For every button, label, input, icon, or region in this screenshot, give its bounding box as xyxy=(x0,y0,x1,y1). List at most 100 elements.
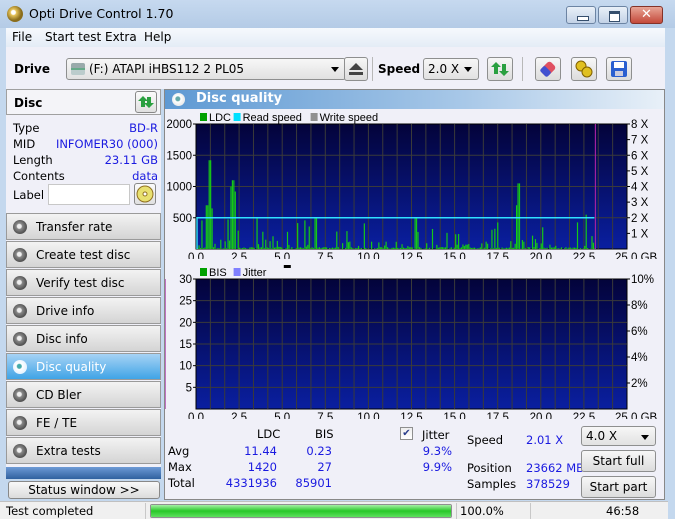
ldc-bar xyxy=(355,248,357,249)
total-label: Total xyxy=(168,476,195,490)
ldc-bar xyxy=(391,247,393,249)
ldc-bar xyxy=(414,217,416,249)
drive-select[interactable]: (F:) ATAPI iHBS112 2 PL05 xyxy=(66,58,346,80)
minimize-button[interactable] xyxy=(566,6,596,24)
ldc-bar xyxy=(381,247,383,249)
nav-cd-bler[interactable]: CD Bler xyxy=(6,381,161,408)
ldc-bar xyxy=(253,247,255,249)
menu-file[interactable]: File xyxy=(12,30,32,44)
nav-disc-quality[interactable]: Disc quality xyxy=(6,353,161,380)
ldc-bar xyxy=(542,227,544,249)
ldc-bar xyxy=(579,248,581,249)
ldc-bar xyxy=(279,246,281,249)
jitter-checkbox[interactable]: ✔ xyxy=(400,427,413,440)
ldc-bar xyxy=(465,244,467,249)
disc-label-input[interactable] xyxy=(48,184,130,205)
ldc-bar xyxy=(299,247,302,249)
nav-disc-info[interactable]: Disc info xyxy=(6,325,161,352)
y2-tick-label: 2 X xyxy=(631,213,649,225)
ldc-bar xyxy=(471,248,473,249)
nav-label: Transfer rate xyxy=(36,220,113,234)
settings-icon xyxy=(575,60,593,78)
x-tick-label: 15.0 xyxy=(443,252,465,259)
eject-button[interactable] xyxy=(344,57,368,81)
x-tick-label: 5.0 xyxy=(274,412,290,419)
nav-verify-test-disc[interactable]: Verify test disc xyxy=(6,269,161,296)
y2-tick-label: 8 X xyxy=(631,119,649,131)
maximize-button[interactable] xyxy=(598,6,628,24)
ldc-bar xyxy=(442,247,444,249)
legend-label: Jitter xyxy=(243,267,267,279)
ldc-bar xyxy=(295,248,297,249)
nav-label: CD Bler xyxy=(36,388,82,402)
ldc-bar xyxy=(450,247,452,249)
y2-tick-label: 4 X xyxy=(631,182,649,194)
erase-button[interactable] xyxy=(535,57,561,81)
ldc-bar xyxy=(576,222,579,249)
ldc-bar xyxy=(304,220,306,249)
x-tick-label: 12.5 xyxy=(400,412,422,419)
title-bar: Opti Drive Control 1.70 xyxy=(0,0,675,28)
ldc-bar xyxy=(444,247,447,249)
disc-type-value: BD-R xyxy=(129,121,158,135)
ldc-bar xyxy=(508,247,510,249)
start-part-button[interactable]: Start part xyxy=(581,476,656,498)
legend-swatch xyxy=(200,113,207,121)
x-tick-label: 10.0 xyxy=(357,412,379,419)
refresh-button[interactable] xyxy=(487,57,513,81)
left-panel: Disc Type BD-R MID INFOMER30 (000) Length 2… xyxy=(6,89,161,479)
menu-extra[interactable]: Extra xyxy=(105,30,137,44)
nav-fe-te[interactable]: FE / TE xyxy=(6,409,161,436)
ldc-bar xyxy=(218,248,220,249)
max-bis: 27 xyxy=(317,460,332,474)
disc-icon xyxy=(13,248,27,262)
x-tick-label: 0.0 xyxy=(188,412,204,419)
settings-button[interactable] xyxy=(571,57,597,81)
save-button[interactable] xyxy=(606,57,632,81)
start-full-button[interactable]: Start full xyxy=(581,450,656,472)
ldc-bar xyxy=(388,248,390,249)
disc-refresh-button[interactable] xyxy=(135,91,157,113)
ldc-bar xyxy=(565,247,567,249)
ldc-bar xyxy=(472,247,474,249)
disc-length-value: 23.11 GB xyxy=(104,153,158,167)
x-tick-label: 20.0 xyxy=(530,252,552,259)
elapsed-time: 46:58 xyxy=(606,504,640,518)
legend-swatch xyxy=(200,268,207,276)
test-speed-value: 4.0 X xyxy=(586,429,618,443)
disc-label-button[interactable] xyxy=(134,183,156,205)
avg-jitter: 9.3% xyxy=(422,444,452,458)
ldc-bar xyxy=(259,247,261,249)
ldc-bar xyxy=(558,248,560,249)
y2-tick-label: 10% xyxy=(631,274,654,286)
ldc-bar xyxy=(524,248,526,249)
nav-extra-tests[interactable]: Extra tests xyxy=(6,437,161,464)
menu-start-test[interactable]: Start test xyxy=(45,30,101,44)
status-window-button[interactable]: Status window >> xyxy=(8,481,160,499)
nav-create-test-disc[interactable]: Create test disc xyxy=(6,241,161,268)
test-speed-select[interactable]: 4.0 X xyxy=(581,426,656,446)
ldc-bar xyxy=(539,248,541,249)
chevron-down-icon xyxy=(464,67,472,72)
ldc-bar xyxy=(449,248,451,249)
ldc-bar xyxy=(226,248,228,249)
ldc-bar xyxy=(497,222,499,249)
speed-select[interactable]: 2.0 X xyxy=(423,58,479,80)
menu-help[interactable]: Help xyxy=(144,30,171,44)
ldc-bar xyxy=(266,247,268,249)
ldc-bar xyxy=(297,223,299,249)
legend-marker xyxy=(283,265,291,268)
disc-header: Disc xyxy=(6,89,161,115)
nav-drive-info[interactable]: Drive info xyxy=(6,297,161,324)
bis-jitter-chart: BIS Jitter 5 10 15 20 25 30 2% 4% 6% 8% 10% 0.0 2.5 5.0… xyxy=(165,265,658,419)
nav-transfer-rate[interactable]: Transfer rate xyxy=(6,213,161,240)
ldc-bar xyxy=(404,248,406,249)
ldc-bar xyxy=(429,247,431,249)
ldc-bar xyxy=(436,244,438,249)
ldc-bar xyxy=(249,247,251,249)
ldc-bar xyxy=(320,248,322,249)
ldc-bar xyxy=(446,232,448,249)
ldc-bar xyxy=(328,247,331,249)
x-tick-label: 5.0 xyxy=(274,252,290,259)
close-button[interactable] xyxy=(630,6,663,24)
